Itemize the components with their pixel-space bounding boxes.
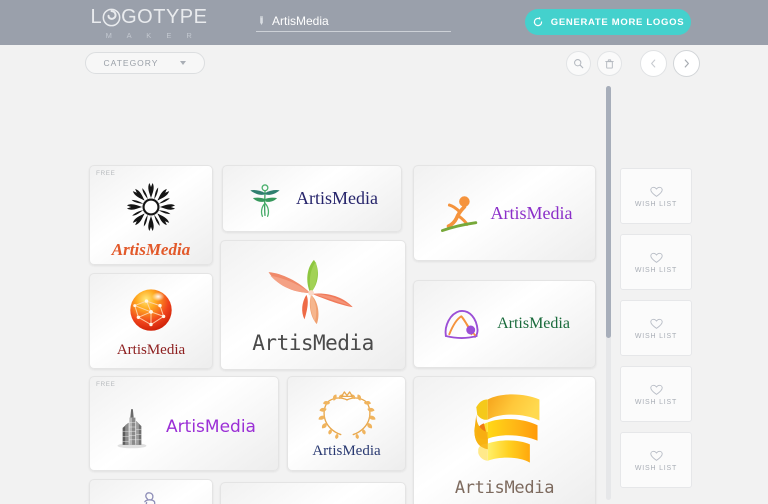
logo-card-text: ArtisMedia bbox=[296, 188, 378, 208]
glossy-globe-icon bbox=[124, 284, 178, 338]
butterfly-leaf-icon bbox=[261, 255, 365, 329]
heart-icon bbox=[649, 449, 663, 461]
logo-card[interactable]: ArtisMedia bbox=[287, 376, 406, 471]
logo-card-text: ArtisMedia bbox=[252, 331, 374, 355]
logo-card-text: ArtisMedia bbox=[312, 442, 381, 459]
logo-card[interactable]: ArtisMedia bbox=[222, 165, 402, 232]
toolbar: CATEGORY bbox=[0, 45, 768, 82]
heart-icon bbox=[649, 251, 663, 263]
logo-card-text: ArtisMedia bbox=[166, 416, 256, 437]
category-dropdown[interactable]: CATEGORY bbox=[85, 52, 205, 74]
logo-card[interactable]: ArtisMedia bbox=[89, 273, 213, 369]
trash-icon-button[interactable] bbox=[597, 51, 622, 76]
heart-icon bbox=[649, 383, 663, 395]
wishlist-slot[interactable]: WISH LIST bbox=[620, 168, 692, 224]
wishlist-slot-label: WISH LIST bbox=[634, 332, 678, 340]
logo-card[interactable]: FREE ArtisMedia bbox=[89, 165, 213, 265]
wishlist-panel: WISH LIST WISH LIST WISH LIST WISH LIST … bbox=[620, 82, 768, 504]
wishlist-slot-label: WISH LIST bbox=[634, 464, 678, 472]
logo-card[interactable]: ArtisMedia bbox=[413, 280, 596, 368]
logo-card[interactable]: ArtisMedia bbox=[220, 240, 406, 370]
sunburst-mandala-icon bbox=[122, 178, 180, 236]
logo-text-prefix: L bbox=[90, 6, 103, 28]
main-content: FREE ArtisMedia ArtisMedia ArtisMedia Ar… bbox=[0, 82, 768, 504]
app-header: L GOTYPE M A K E R GENER bbox=[0, 0, 768, 45]
wishlist-slot[interactable]: WISH LIST bbox=[620, 300, 692, 356]
logo-card[interactable]: ArtisMedia bbox=[413, 165, 596, 261]
free-badge: FREE bbox=[96, 170, 116, 177]
green-leaf-figure-icon bbox=[246, 179, 284, 219]
vertical-scrollbar-track[interactable] bbox=[606, 86, 611, 500]
search-icon-button[interactable] bbox=[566, 51, 591, 76]
wishlist-slot[interactable]: WISH LIST bbox=[620, 432, 692, 488]
free-badge: FREE bbox=[96, 381, 116, 388]
surfer-figure-icon bbox=[437, 191, 483, 235]
mountain-tent-icon bbox=[439, 303, 487, 345]
logo-card[interactable]: ArtisMedia bbox=[89, 479, 213, 504]
search-icon bbox=[574, 59, 584, 69]
wishlist-slot[interactable]: WISH LIST bbox=[620, 366, 692, 422]
chevron-right-icon bbox=[684, 59, 689, 68]
heart-icon bbox=[649, 185, 663, 197]
logo-grid: FREE ArtisMedia ArtisMedia ArtisMedia Ar… bbox=[0, 82, 607, 504]
toolbar-actions bbox=[560, 50, 700, 77]
fashion-woman-icon bbox=[130, 490, 172, 504]
chevron-left-icon bbox=[651, 59, 656, 68]
laurel-wreath-crown-icon bbox=[315, 388, 379, 442]
heart-icon bbox=[649, 317, 663, 329]
logo-card-text: ArtisMedia bbox=[454, 478, 555, 498]
vertical-scrollbar-thumb[interactable] bbox=[606, 86, 611, 338]
refresh-icon bbox=[532, 16, 544, 28]
next-page-button[interactable] bbox=[673, 50, 700, 77]
app-logo[interactable]: L GOTYPE M A K E R bbox=[84, 6, 214, 40]
gold-ribbon-e-icon bbox=[459, 388, 551, 476]
wishlist-slot[interactable]: WISH LIST bbox=[620, 234, 692, 290]
wishlist-slot-label: WISH LIST bbox=[634, 266, 678, 274]
wishlist-slot-label: WISH LIST bbox=[634, 200, 678, 208]
previous-page-button[interactable] bbox=[640, 50, 667, 77]
logo-card[interactable]: FREE ArtisMedia bbox=[89, 376, 279, 471]
logo-wordmark: L GOTYPE bbox=[91, 6, 208, 29]
wishlist-slot-label: WISH LIST bbox=[634, 398, 678, 406]
aperture-swirl-icon bbox=[102, 8, 121, 27]
trash-icon bbox=[605, 58, 614, 69]
skyscraper-icon bbox=[112, 404, 152, 450]
search-input[interactable] bbox=[272, 13, 451, 30]
category-label: CATEGORY bbox=[103, 58, 159, 68]
generate-more-logos-button[interactable]: GENERATE MORE LOGOS bbox=[525, 9, 691, 35]
logo-card-text: ArtisMedia bbox=[111, 240, 191, 259]
logo-card[interactable]: ArtisMedia bbox=[220, 482, 406, 504]
logo-text-suffix: GOTYPE bbox=[121, 6, 208, 28]
logo-card-text: ArtisMedia bbox=[116, 341, 186, 358]
generate-button-label: GENERATE MORE LOGOS bbox=[550, 16, 685, 28]
chevron-down-icon bbox=[180, 61, 187, 65]
pen-icon bbox=[256, 15, 267, 29]
logo-subtitle: M A K E R bbox=[105, 31, 199, 40]
company-name-field[interactable] bbox=[256, 12, 451, 32]
logo-card-text: ArtisMedia bbox=[497, 315, 570, 332]
logo-card-text: ArtisMedia bbox=[490, 202, 573, 223]
logo-card[interactable]: ArtisMedia bbox=[413, 376, 596, 504]
